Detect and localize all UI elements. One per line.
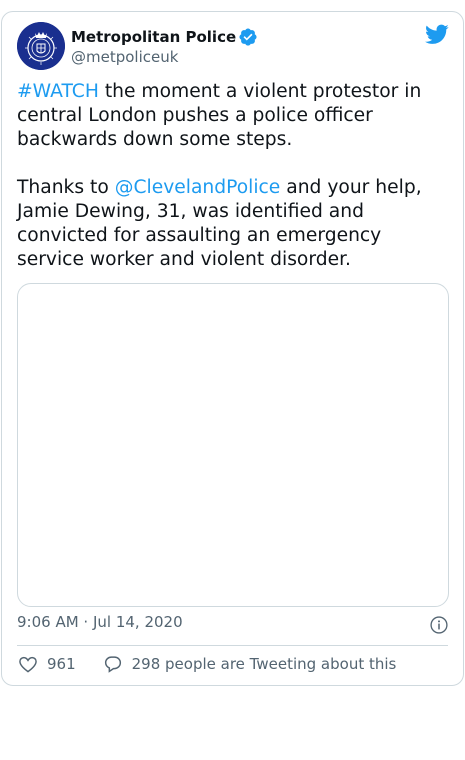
tweet-text-segment: Thanks to [17,177,115,198]
heart-icon [19,656,37,673]
conversation-button[interactable]: 298 people are Tweeting about this [102,653,397,675]
like-button[interactable]: 961 [17,653,76,675]
info-icon[interactable] [429,615,449,635]
action-bar: 961 298 people are Tweeting about this [17,653,396,675]
twitter-bird-icon[interactable] [425,22,449,46]
tweet-text: #WATCH the moment a violent protestor in… [17,80,449,272]
mention-link[interactable]: @ClevelandPolice [115,177,281,198]
avatar[interactable] [17,22,65,70]
author-handle[interactable]: @metpoliceuk [71,48,258,66]
author-name[interactable]: Metropolitan Police [71,28,236,46]
verified-badge-icon [239,28,257,46]
divider [17,645,448,646]
timestamp-link[interactable]: 9:06 AM · Jul 14, 2020 [17,613,183,631]
media-embed[interactable] [17,283,449,607]
author-block[interactable]: Metropolitan Police @metpoliceuk [71,26,258,66]
tweet-paragraph-1: #WATCH the moment a violent protestor in… [17,80,449,152]
like-count: 961 [47,655,76,673]
tweet-card: Metropolitan Police @metpoliceuk #WATCH … [1,11,464,686]
hashtag-link[interactable]: #WATCH [17,81,99,102]
tweet-paragraph-2: Thanks to @ClevelandPolice and your help… [17,176,449,272]
met-police-crest-icon [17,22,65,70]
speech-bubble-icon [104,656,121,673]
conversation-text: 298 people are Tweeting about this [131,655,397,673]
